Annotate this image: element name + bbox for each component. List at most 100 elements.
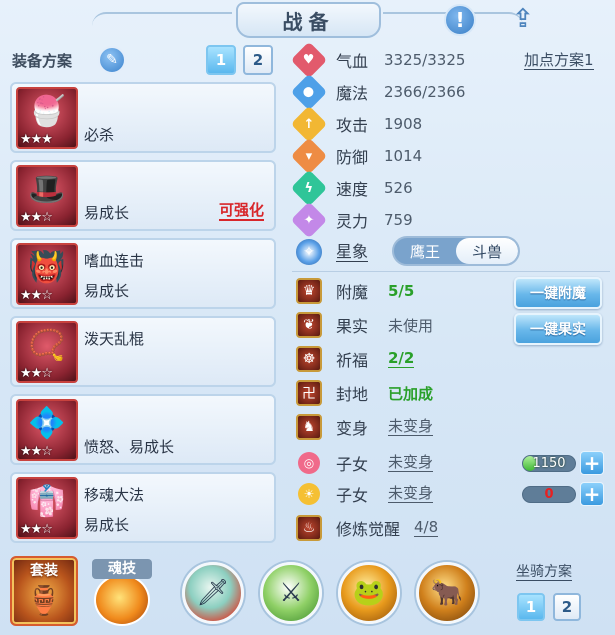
stat-row-4: ϟ 速度 526 xyxy=(290,169,413,207)
gold-sun-icon: ☀ xyxy=(298,483,320,505)
feature-row-0: ♛ 附魔 5/5 xyxy=(296,277,414,305)
beast-charge-icon[interactable]: 🐂 xyxy=(416,562,478,624)
jeweled-belt-icon-glyph: 💠 xyxy=(28,406,66,441)
child-status[interactable]: 未变身 xyxy=(388,485,434,503)
section-divider xyxy=(292,271,610,272)
equipment-trait: 必杀 xyxy=(84,126,115,144)
red-hat-icon[interactable]: 🎩 ★★☆ xyxy=(16,165,78,227)
feature-row-2: ☸ 祈福 2/2 xyxy=(296,345,415,373)
equipment-trait: 愤怒、易成长 xyxy=(84,438,175,456)
defense-icon: ▾ xyxy=(290,137,328,175)
add-icon[interactable]: + xyxy=(580,451,604,475)
dragon-sword-icon[interactable]: 🗡 xyxy=(182,562,244,624)
blessing-icon: ☸ xyxy=(296,346,322,372)
mana-icon: ● xyxy=(290,73,328,111)
cultivation-value[interactable]: 4/8 xyxy=(414,519,439,537)
gold-chain-icon[interactable]: 📿 ★★☆ xyxy=(16,321,78,383)
star-rating: ★★☆ xyxy=(20,522,53,537)
help-icon[interactable]: ! xyxy=(444,4,476,36)
spirit-icon: ✦ xyxy=(290,201,328,239)
stat-value: 3325/3325 xyxy=(384,51,466,69)
share-icon[interactable]: ⇪ xyxy=(505,4,541,34)
set-label: 套装 xyxy=(30,563,58,579)
equipment-card[interactable]: 🍧 ★★★ 必杀 xyxy=(10,82,276,153)
star-sign-label[interactable]: 星象 xyxy=(336,242,369,262)
add-icon[interactable]: + xyxy=(580,482,604,506)
fruit-all-button[interactable]: 一键果实 xyxy=(514,313,602,345)
equipment-card[interactable]: 🎩 ★★☆ 易成长 可强化 xyxy=(10,160,276,231)
cultivation-row: ♨ 修炼觉醒 4/8 xyxy=(296,514,439,542)
demon-mask-icon[interactable]: 👹 ★★☆ xyxy=(16,243,78,305)
feature-label: 封地 xyxy=(336,385,369,404)
stat-label: 速度 xyxy=(336,180,369,199)
red-hat-icon-glyph: 🎩 xyxy=(28,172,66,207)
star-option-beast[interactable]: 斗兽 xyxy=(456,238,518,264)
equipment-card[interactable]: 👘 ★★☆ 移魂大法易成长 xyxy=(10,472,276,543)
gold-chain-icon-glyph: 📿 xyxy=(28,328,66,363)
feature-value: 未使用 xyxy=(388,316,434,335)
feature-value[interactable]: 未变身 xyxy=(388,418,434,436)
attack-icon: ↑ xyxy=(290,105,328,143)
title-ornament-left xyxy=(92,12,232,26)
star-rating: ★★☆ xyxy=(20,210,53,225)
green-blade-icon[interactable]: ⚔ xyxy=(260,562,322,624)
feature-value: 已加成 xyxy=(388,384,434,403)
cultivation-icon: ♨ xyxy=(296,515,322,541)
edit-pencil-icon[interactable]: ✎ xyxy=(98,46,126,74)
jeweled-belt-icon[interactable]: 💠 ★★☆ xyxy=(16,399,78,461)
stat-row-5: ✦ 灵力 759 xyxy=(290,201,413,239)
stat-label: 气血 xyxy=(336,52,369,71)
stat-value: 2366/2366 xyxy=(384,83,466,101)
soul-skill-orb-icon xyxy=(94,574,150,626)
soul-skill-button[interactable]: 魂技 xyxy=(92,556,152,626)
star-rating: ★★☆ xyxy=(20,288,53,303)
feature-row-4: ♞ 变身 未变身 xyxy=(296,413,434,441)
star-option-eagle-king[interactable]: 鹰王 xyxy=(394,238,456,264)
feature-value[interactable]: 2/2 xyxy=(388,350,415,368)
feature-label: 果实 xyxy=(336,317,369,336)
set-equipment-button[interactable]: 套装 🏺 xyxy=(10,556,78,626)
mount-plan-page-1[interactable]: 1 xyxy=(517,593,545,621)
add-point-plan-link[interactable]: 加点方案1 xyxy=(524,52,594,70)
dragon-sword-icon-glyph: 🗡 xyxy=(196,578,230,608)
window-title: 战备 xyxy=(236,2,381,38)
green-warrior-icon-glyph: 🐸 xyxy=(352,578,386,608)
stat-value: 759 xyxy=(384,211,413,229)
stat-row-0: ♥ 气血 3325/3325 xyxy=(290,41,466,79)
cultivation-label: 修炼觉醒 xyxy=(336,520,401,539)
star-rating: ★★☆ xyxy=(20,366,53,381)
equipment-card[interactable]: 📿 ★★☆ 泼天乱棍 xyxy=(10,316,276,387)
ice-popsicle-icon[interactable]: 🍧 ★★★ xyxy=(16,87,78,149)
mount-plan-label[interactable]: 坐骑方案 xyxy=(516,564,572,581)
feature-row-3: 卍封地 已加成 xyxy=(296,379,433,407)
stat-label: 灵力 xyxy=(336,212,369,231)
speed-icon: ϟ xyxy=(290,169,328,207)
equipment-card[interactable]: 💠 ★★☆ 愤怒、易成长 xyxy=(10,394,276,465)
stat-row-1: ● 魔法 2366/2366 xyxy=(290,73,466,111)
purple-robe-icon-glyph: 👘 xyxy=(28,484,66,519)
equipment-skill: 移魂大法 xyxy=(84,486,145,504)
stat-label: 魔法 xyxy=(336,84,369,103)
stat-label: 攻击 xyxy=(336,116,369,135)
equip-scheme-page-2[interactable]: 2 xyxy=(243,45,273,75)
equipment-trait: 易成长 xyxy=(84,516,130,534)
child-status[interactable]: 未变身 xyxy=(388,454,434,472)
stat-label: 防御 xyxy=(336,148,369,167)
feature-label: 变身 xyxy=(336,419,369,438)
stat-value: 1014 xyxy=(384,147,423,165)
demon-mask-icon-glyph: 👹 xyxy=(28,250,66,285)
star-sign-toggle[interactable]: 鹰王 斗兽 xyxy=(392,236,520,266)
equip-scheme-label: 装备方案 xyxy=(12,52,73,70)
star-rating: ★★★ xyxy=(20,132,53,147)
enchant-all-button[interactable]: 一键附魔 xyxy=(514,277,602,309)
green-warrior-icon[interactable]: 🐸 xyxy=(338,562,400,624)
purple-robe-icon[interactable]: 👘 ★★☆ xyxy=(16,477,78,539)
mount-plan-page-2[interactable]: 2 xyxy=(553,593,581,621)
equip-scheme-page-1[interactable]: 1 xyxy=(206,45,236,75)
green-blade-icon-glyph: ⚔ xyxy=(279,578,303,608)
enchant-icon: ♛ xyxy=(296,278,322,304)
equipment-trait: 易成长 xyxy=(84,282,130,300)
equipment-card[interactable]: 👹 ★★☆ 嗜血连击 易成长 xyxy=(10,238,276,309)
enhance-link[interactable]: 可强化 xyxy=(218,202,264,221)
stat-row-3: ▾ 防御 1014 xyxy=(290,137,423,175)
